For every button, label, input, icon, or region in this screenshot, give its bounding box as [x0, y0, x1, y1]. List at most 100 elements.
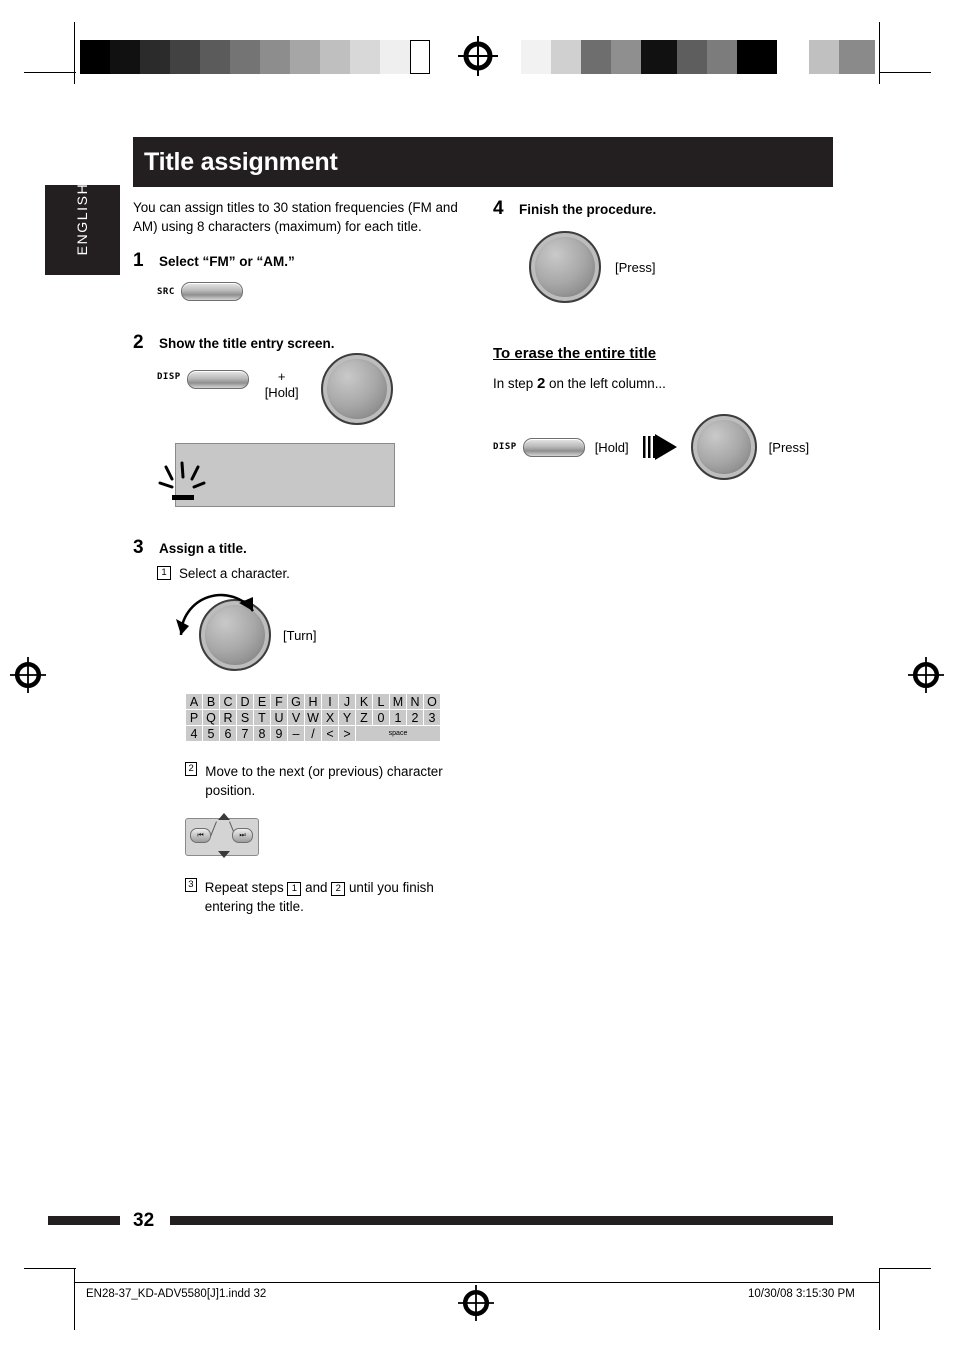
erase-section: To erase the entire title In step 2 on t…	[493, 345, 843, 480]
char-cell[interactable]: 1	[389, 709, 407, 726]
press-label-step4: [Press]	[615, 259, 656, 275]
plus-sign: +	[277, 369, 286, 384]
char-cell[interactable]: F	[270, 693, 288, 710]
char-cell[interactable]: <	[321, 725, 339, 742]
footer-filename: EN28-37_KD-ADV5580[J]1.indd 32	[86, 1288, 267, 1300]
char-cell[interactable]: L	[372, 693, 390, 710]
track-navigation-pad[interactable]: ⏮ ⏭	[185, 812, 259, 860]
step-3: 3 Assign a title. 1 Select a character. …	[133, 537, 478, 916]
char-cell[interactable]: U	[270, 709, 288, 726]
control-knob-step2[interactable]	[320, 353, 393, 425]
page-number: 32	[133, 1210, 155, 1231]
char-cell[interactable]: A	[185, 693, 203, 710]
substep-3-number: 3	[185, 878, 197, 892]
char-cell[interactable]: >	[338, 725, 356, 742]
intro-text: You can assign titles to 30 station freq…	[133, 200, 458, 234]
character-row-2: P Q R S T U V W X Y Z 0 1 2 3	[185, 709, 441, 726]
erase-line-post: on the left column...	[549, 376, 666, 391]
substep-1-text: Select a character.	[179, 566, 290, 581]
footer-rule-left	[48, 1216, 120, 1225]
src-button[interactable]	[180, 282, 243, 301]
manual-page: Title assignment ENGLISH You can assign …	[0, 0, 954, 1352]
char-cell[interactable]: X	[321, 709, 339, 726]
erase-step-ref: 2	[536, 375, 546, 392]
disp-button-label: DISP	[157, 372, 181, 382]
char-cell[interactable]: 7	[236, 725, 254, 742]
hold-label-erase: [Hold]	[594, 439, 629, 455]
character-row-1: A B C D E F G H I J K L M N O	[185, 693, 441, 710]
char-cell[interactable]: –	[287, 725, 305, 742]
arrow-icon	[642, 434, 679, 460]
blinking-cursor-icon	[158, 461, 206, 500]
char-cell[interactable]: R	[219, 709, 237, 726]
character-row-3: 4 5 6 7 8 9 – / < > space	[185, 725, 441, 742]
page-title: Title assignment	[144, 148, 338, 176]
control-knob-erase[interactable]	[690, 414, 757, 480]
char-cell[interactable]: 2	[406, 709, 424, 726]
step-1-heading: Select “FM” or “AM.”	[159, 254, 295, 269]
hold-label-step2: [Hold]	[264, 385, 299, 400]
char-cell[interactable]: 4	[185, 725, 203, 742]
char-cell[interactable]: V	[287, 709, 305, 726]
step-2-number: 2	[133, 332, 144, 353]
step-2: 2 Show the title entry screen. DISP + [H…	[133, 332, 478, 507]
left-column: 1 Select “FM” or “AM.” SRC 2 Show the ti…	[133, 250, 478, 916]
substep-1-number: 1	[157, 566, 171, 580]
char-cell[interactable]: I	[321, 693, 339, 710]
footer-rule-right	[170, 1216, 833, 1225]
up-arrow-icon[interactable]	[218, 813, 230, 820]
char-cell[interactable]: C	[219, 693, 237, 710]
control-knob-step4[interactable]	[529, 231, 601, 303]
char-cell[interactable]: E	[253, 693, 271, 710]
char-cell[interactable]: O	[423, 693, 441, 710]
char-cell[interactable]: Y	[338, 709, 356, 726]
char-cell[interactable]: 6	[219, 725, 237, 742]
down-arrow-icon[interactable]	[218, 851, 230, 858]
char-cell[interactable]: 9	[270, 725, 288, 742]
turn-arrow-icon	[176, 593, 254, 636]
next-track-button[interactable]: ⏭	[232, 828, 253, 843]
step-3-number: 3	[133, 537, 144, 558]
char-cell[interactable]: Q	[202, 709, 220, 726]
char-cell[interactable]: 8	[253, 725, 271, 742]
char-cell[interactable]: B	[202, 693, 220, 710]
press-label-erase: [Press]	[768, 439, 810, 455]
footer-divider	[74, 1282, 880, 1283]
step-4-heading: Finish the procedure.	[519, 202, 657, 217]
step-2-heading: Show the title entry screen.	[159, 336, 335, 351]
char-cell-space[interactable]: space	[355, 725, 441, 742]
turn-label: [Turn]	[283, 627, 317, 643]
step-4-number: 4	[493, 198, 504, 219]
char-cell[interactable]: 0	[372, 709, 390, 726]
substep-2-text: Move to the next (or previous) character…	[205, 764, 443, 798]
char-cell[interactable]: N	[406, 693, 424, 710]
char-cell[interactable]: T	[253, 709, 271, 726]
substep-2-number: 2	[185, 762, 198, 776]
repeat-ref-2: 2	[331, 882, 346, 896]
step-1: 1 Select “FM” or “AM.” SRC	[133, 250, 478, 301]
step-3-heading: Assign a title.	[159, 541, 247, 556]
char-cell[interactable]: M	[389, 693, 407, 710]
char-cell[interactable]: W	[304, 709, 322, 726]
disp-button-erase[interactable]	[522, 437, 585, 457]
step-1-number: 1	[133, 250, 144, 271]
previous-track-button[interactable]: ⏮	[190, 828, 211, 843]
character-table: A B C D E F G H I J K L M N O P Q R S T …	[185, 693, 441, 742]
erase-heading: To erase the entire title	[493, 345, 657, 362]
disp-button[interactable]	[186, 370, 249, 389]
step-4: 4 Finish the procedure. [Press]	[493, 198, 843, 303]
char-cell[interactable]: P	[185, 709, 203, 726]
language-tab-label: ENGLISH	[74, 182, 90, 256]
char-cell[interactable]: H	[304, 693, 322, 710]
char-cell[interactable]: D	[236, 693, 254, 710]
char-cell[interactable]: J	[338, 693, 356, 710]
char-cell[interactable]: G	[287, 693, 305, 710]
char-cell[interactable]: Z	[355, 709, 373, 726]
char-cell[interactable]: 3	[423, 709, 441, 726]
char-cell[interactable]: /	[304, 725, 322, 742]
erase-line-pre: In step	[493, 376, 534, 391]
char-cell[interactable]: K	[355, 693, 373, 710]
char-cell[interactable]: 5	[202, 725, 220, 742]
char-cell[interactable]: S	[236, 709, 254, 726]
right-column: 4 Finish the procedure. [Press] To erase…	[493, 198, 843, 480]
